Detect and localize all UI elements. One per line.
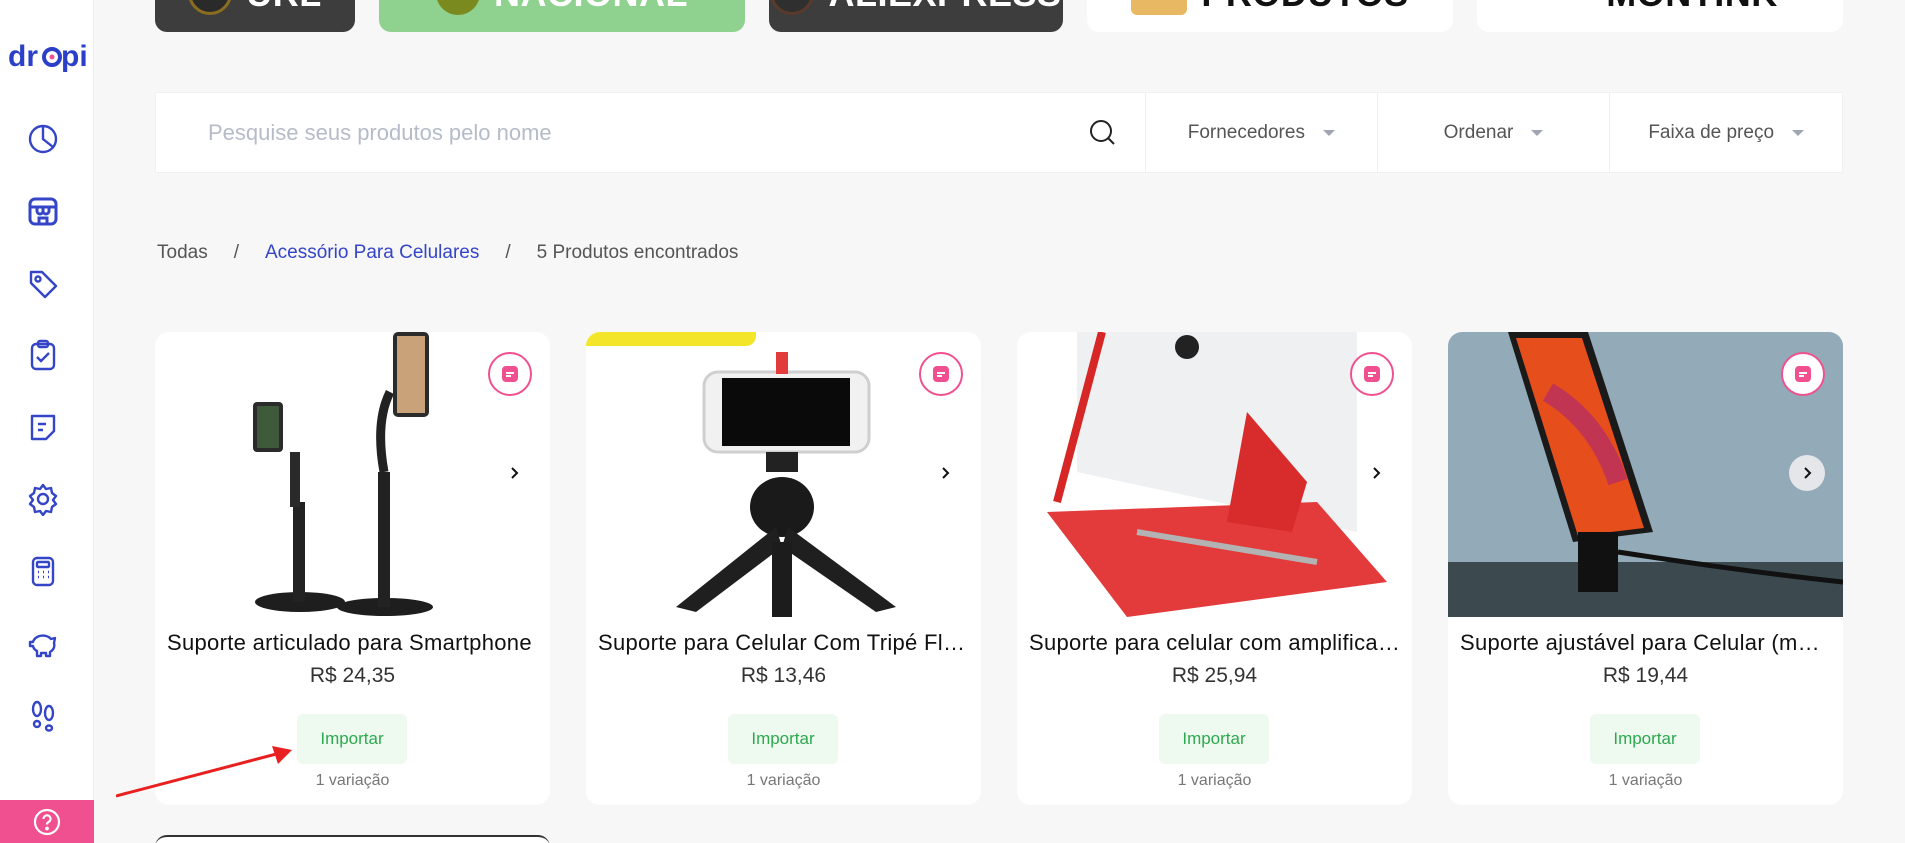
store-icon[interactable] [23, 191, 63, 231]
svg-text:dr: dr [8, 40, 38, 73]
heart-icon [1364, 366, 1380, 382]
next-image-button[interactable] [1789, 455, 1825, 491]
import-button[interactable]: Importar [728, 714, 838, 764]
import-button[interactable]: Importar [1590, 714, 1700, 764]
category-card-aliexpress[interactable]: ALIEXPRESS [769, 0, 1063, 32]
orders-icon[interactable] [23, 335, 63, 375]
help-button[interactable] [0, 800, 94, 843]
product-name[interactable]: Suporte para celular com amplificador de… [1029, 630, 1400, 656]
brazil-flag-icon [436, 0, 480, 15]
search-icon[interactable] [1089, 119, 1117, 147]
chevron-right-icon [1373, 467, 1381, 479]
chevron-down-icon [1792, 129, 1805, 136]
chevron-down-icon [1531, 129, 1544, 136]
product-name[interactable]: Suporte para Celular Com Tripé Flexível [598, 630, 969, 656]
category-card-montink[interactable]: MONTINK [1477, 0, 1843, 32]
product-card[interactable]: Suporte para Celular Com Tripé Flexível … [586, 332, 981, 805]
breadcrumb-category[interactable]: Acessório Para Celulares [265, 242, 479, 264]
chevron-right-icon [511, 467, 519, 479]
chevron-right-icon [1804, 467, 1812, 479]
dropi-logo[interactable]: dr pi [8, 38, 86, 78]
heart-icon [933, 366, 949, 382]
next-image-button[interactable] [496, 455, 532, 491]
breadcrumb: Todas / Acessório Para Celulares / 5 Pro… [157, 242, 738, 264]
next-image-button[interactable] [1358, 455, 1394, 491]
product-price: R$ 24,35 [309, 664, 396, 687]
variation-count: 1 variação [1608, 772, 1683, 789]
filter-label: Faixa de preço [1648, 121, 1775, 143]
aliexpress-emblem-icon [770, 0, 815, 15]
product-card[interactable]: Suporte articulado para Smartphone R$ 24… [155, 332, 550, 805]
category-card-nacional[interactable]: NACIONAL [379, 0, 745, 32]
category-card-url[interactable]: URL [155, 0, 355, 32]
product-badge [586, 332, 756, 346]
price-range-dropdown[interactable]: Faixa de preço [1610, 93, 1842, 172]
dashboard-icon[interactable] [23, 119, 63, 159]
product-card[interactable]: Suporte ajustável para Celular (mesa) R$… [1448, 332, 1843, 805]
results-count: 5 Produtos encontrados [536, 242, 739, 263]
product-price: R$ 13,46 [740, 664, 827, 687]
category-label: MONTINK [1606, 0, 1777, 15]
chevron-down-icon [1322, 129, 1335, 136]
import-button[interactable]: Importar [1159, 714, 1269, 764]
savings-icon[interactable] [23, 623, 63, 663]
sidebar: dr pi [0, 0, 94, 843]
breadcrumb-separator: / [233, 242, 239, 263]
filter-label: Ordenar [1443, 121, 1514, 143]
category-card-produtos[interactable]: PRODUTOS [1087, 0, 1453, 32]
import-button[interactable]: Importar [297, 714, 407, 764]
filter-label: Fornecedores [1187, 121, 1305, 143]
chevron-right-icon [942, 467, 950, 479]
tag-icon[interactable] [23, 263, 63, 303]
search-field-wrapper [156, 93, 1146, 172]
favorite-button[interactable] [488, 352, 532, 396]
suppliers-filter-dropdown[interactable]: Fornecedores [1146, 93, 1378, 172]
favorite-button[interactable] [1781, 352, 1825, 396]
breadcrumb-root[interactable]: Todas [157, 242, 208, 264]
annotation-arrow [116, 746, 292, 798]
settings-icon[interactable] [23, 479, 63, 519]
steps-icon[interactable] [23, 695, 63, 735]
next-image-button[interactable] [927, 455, 963, 491]
calculator-icon[interactable] [23, 551, 63, 591]
favorite-button[interactable] [919, 352, 963, 396]
box-icon [1131, 0, 1188, 15]
svg-text:pi: pi [61, 40, 86, 73]
reports-icon[interactable] [23, 407, 63, 447]
heart-icon [1795, 366, 1811, 382]
category-label: URL [246, 0, 322, 15]
search-bar: Fornecedores Ordenar Faixa de preço [155, 92, 1843, 173]
help-icon [33, 808, 61, 835]
product-name[interactable]: Suporte articulado para Smartphone [167, 630, 538, 656]
url-emblem-icon [188, 0, 233, 15]
product-price: R$ 25,94 [1171, 664, 1258, 687]
heart-icon [502, 366, 518, 382]
search-input[interactable] [208, 119, 1089, 146]
variation-count: 1 variação [746, 772, 821, 789]
variation-count: 1 variação [1177, 772, 1252, 789]
product-name[interactable]: Suporte ajustável para Celular (mesa) [1460, 630, 1831, 656]
category-label: NACIONAL [494, 0, 688, 15]
product-price: R$ 19,44 [1602, 664, 1689, 687]
favorite-button[interactable] [1350, 352, 1394, 396]
category-label: PRODUTOS [1201, 0, 1408, 15]
category-label: ALIEXPRESS [828, 0, 1061, 15]
product-card-partial[interactable] [155, 835, 550, 843]
breadcrumb-separator: / [505, 242, 511, 263]
sort-dropdown[interactable]: Ordenar [1378, 93, 1611, 172]
product-card[interactable]: Suporte para celular com amplificador de… [1017, 332, 1412, 805]
